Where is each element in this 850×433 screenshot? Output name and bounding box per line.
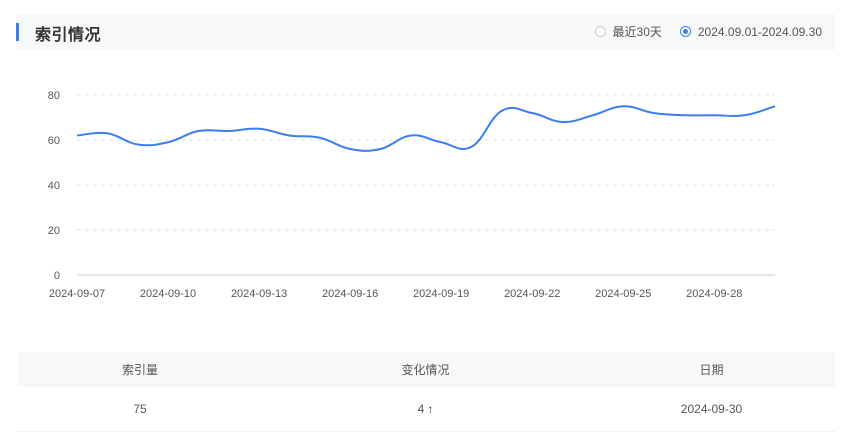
section-header: 索引情况 最近30天 2024.09.01-2024.09.30: [16, 14, 835, 50]
header-count: 索引量: [121, 363, 158, 377]
x-tick-label: 2024-09-13: [231, 288, 287, 300]
table-header-row: 索引量 变化情况 日期: [17, 352, 835, 387]
header-change: 变化情况: [401, 363, 450, 377]
radio-unchecked-icon: [594, 26, 606, 37]
y-tick-label: 60: [48, 135, 60, 147]
series-line: [76, 105, 776, 152]
cell-count: 75: [133, 402, 147, 416]
section-title: 索引情况: [35, 27, 102, 44]
cell-change: 4 ↑: [263, 402, 588, 416]
x-tick-label: 2024-09-16: [322, 288, 378, 300]
y-tick-label: 80: [48, 90, 60, 102]
x-tick-label: 2024-09-28: [686, 288, 742, 300]
x-tick-label: 2024-09-22: [504, 288, 560, 300]
x-tick-label: 2024-09-19: [413, 288, 469, 300]
radio-custom-range[interactable]: 2024.09.01-2024.09.30: [679, 24, 822, 39]
index-summary-table: 索引量 变化情况 日期 75 4 ↑ 2024-09-30: [17, 352, 835, 432]
x-tick-label: 2024-09-10: [140, 288, 196, 300]
cell-date: 2024-09-30: [680, 402, 743, 416]
accent-bar: [16, 23, 19, 41]
x-tick-label: 2024-09-07: [49, 288, 105, 300]
radio-label: 2024.09.01-2024.09.30: [697, 24, 822, 39]
radio-checked-icon: [679, 26, 691, 37]
arrow-up-icon: ↑: [427, 402, 434, 416]
x-tick-label: 2024-09-25: [595, 288, 651, 300]
change-value: 4: [417, 402, 425, 416]
y-tick-label: 20: [48, 225, 60, 237]
radio-label: 最近30天: [612, 25, 662, 39]
table-row: 75 4 ↑ 2024-09-30: [17, 387, 835, 432]
header-date: 日期: [699, 363, 724, 377]
radio-last-30-days[interactable]: 最近30天: [594, 23, 662, 40]
y-tick-label: 0: [54, 270, 60, 282]
y-tick-label: 40: [48, 180, 60, 192]
date-range-radio-group: 最近30天 2024.09.01-2024.09.30: [577, 23, 822, 40]
index-line-chart: 0 20 40 60 80 2024-09-07 2024-09-10 2024-09-13 2…: [48, 90, 776, 300]
